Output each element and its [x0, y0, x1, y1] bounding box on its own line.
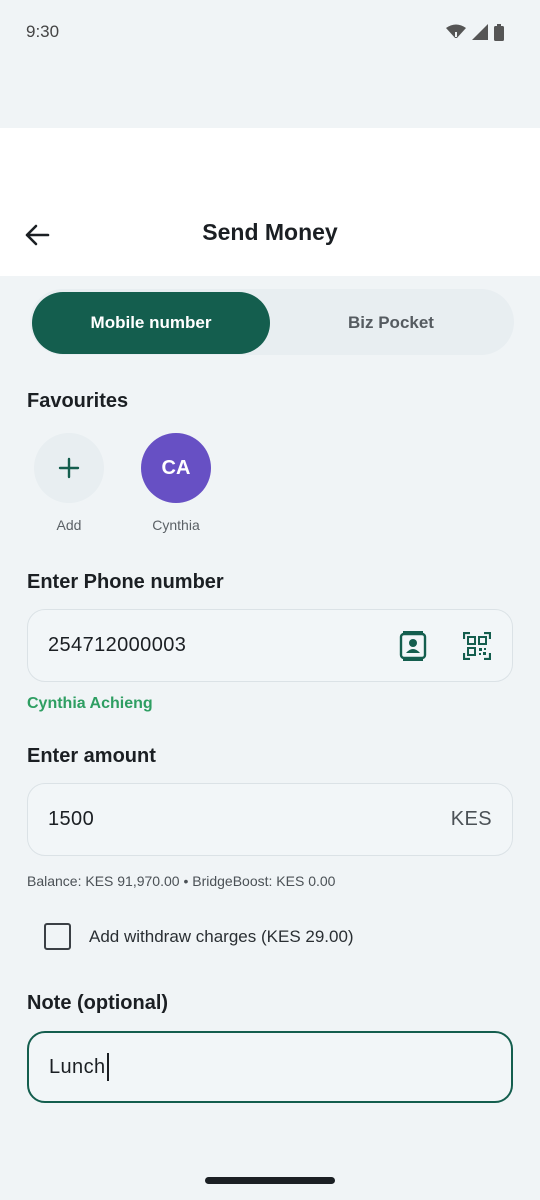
- tab-mobile-number[interactable]: Mobile number: [32, 292, 270, 354]
- text-cursor: [106, 1053, 109, 1081]
- amount-label: Enter amount: [27, 745, 156, 767]
- wifi-icon: [446, 24, 466, 40]
- contacts-button[interactable]: [396, 629, 430, 663]
- send-type-toggle: Mobile number Biz Pocket: [30, 289, 514, 355]
- qr-scan-icon: [463, 632, 491, 660]
- status-icons: [446, 23, 504, 41]
- withdraw-charges-label: Add withdraw charges (KES 29.00): [89, 926, 354, 946]
- add-favourite-button[interactable]: Add: [19, 433, 119, 533]
- cell-signal-icon: [472, 24, 488, 40]
- phone-number-label: Enter Phone number: [27, 571, 224, 593]
- plus-icon: [58, 457, 80, 479]
- add-favourite-circle: [34, 433, 104, 503]
- battery-icon: [494, 23, 504, 41]
- recipient-name: Cynthia Achieng: [27, 695, 153, 712]
- phone-number-value: 254712000003: [48, 634, 187, 656]
- avatar: CA: [141, 433, 211, 503]
- status-time: 9:30: [26, 22, 60, 41]
- page-title: Send Money: [202, 219, 338, 245]
- amount-value: 1500: [48, 808, 95, 830]
- phone-number-field[interactable]: 254712000003: [27, 609, 513, 682]
- favourite-contact-name: Cynthia: [152, 517, 200, 533]
- app-bar: [0, 128, 540, 276]
- scan-qr-button[interactable]: [460, 629, 494, 663]
- favourites-heading: Favourites: [27, 390, 129, 412]
- home-indicator[interactable]: [205, 1177, 335, 1184]
- amount-field[interactable]: 1500 KES: [27, 783, 513, 856]
- note-label: Note (optional): [27, 992, 169, 1014]
- withdraw-charges-checkbox[interactable]: [44, 923, 71, 950]
- contact-book-icon: [399, 631, 427, 661]
- balance-info: Balance: KES 91,970.00 • BridgeBoost: KE…: [27, 873, 336, 889]
- note-field[interactable]: Lunch: [27, 1031, 513, 1103]
- status-bar: 9:30: [0, 0, 540, 64]
- note-value: Lunch: [49, 1055, 106, 1078]
- favourite-contact-cynthia[interactable]: CA Cynthia: [126, 433, 226, 533]
- tab-biz-pocket[interactable]: Biz Pocket: [270, 292, 512, 354]
- add-favourite-label: Add: [56, 517, 82, 533]
- withdraw-charges-option[interactable]: Add withdraw charges (KES 29.00): [44, 923, 354, 950]
- currency-label: KES: [450, 808, 492, 830]
